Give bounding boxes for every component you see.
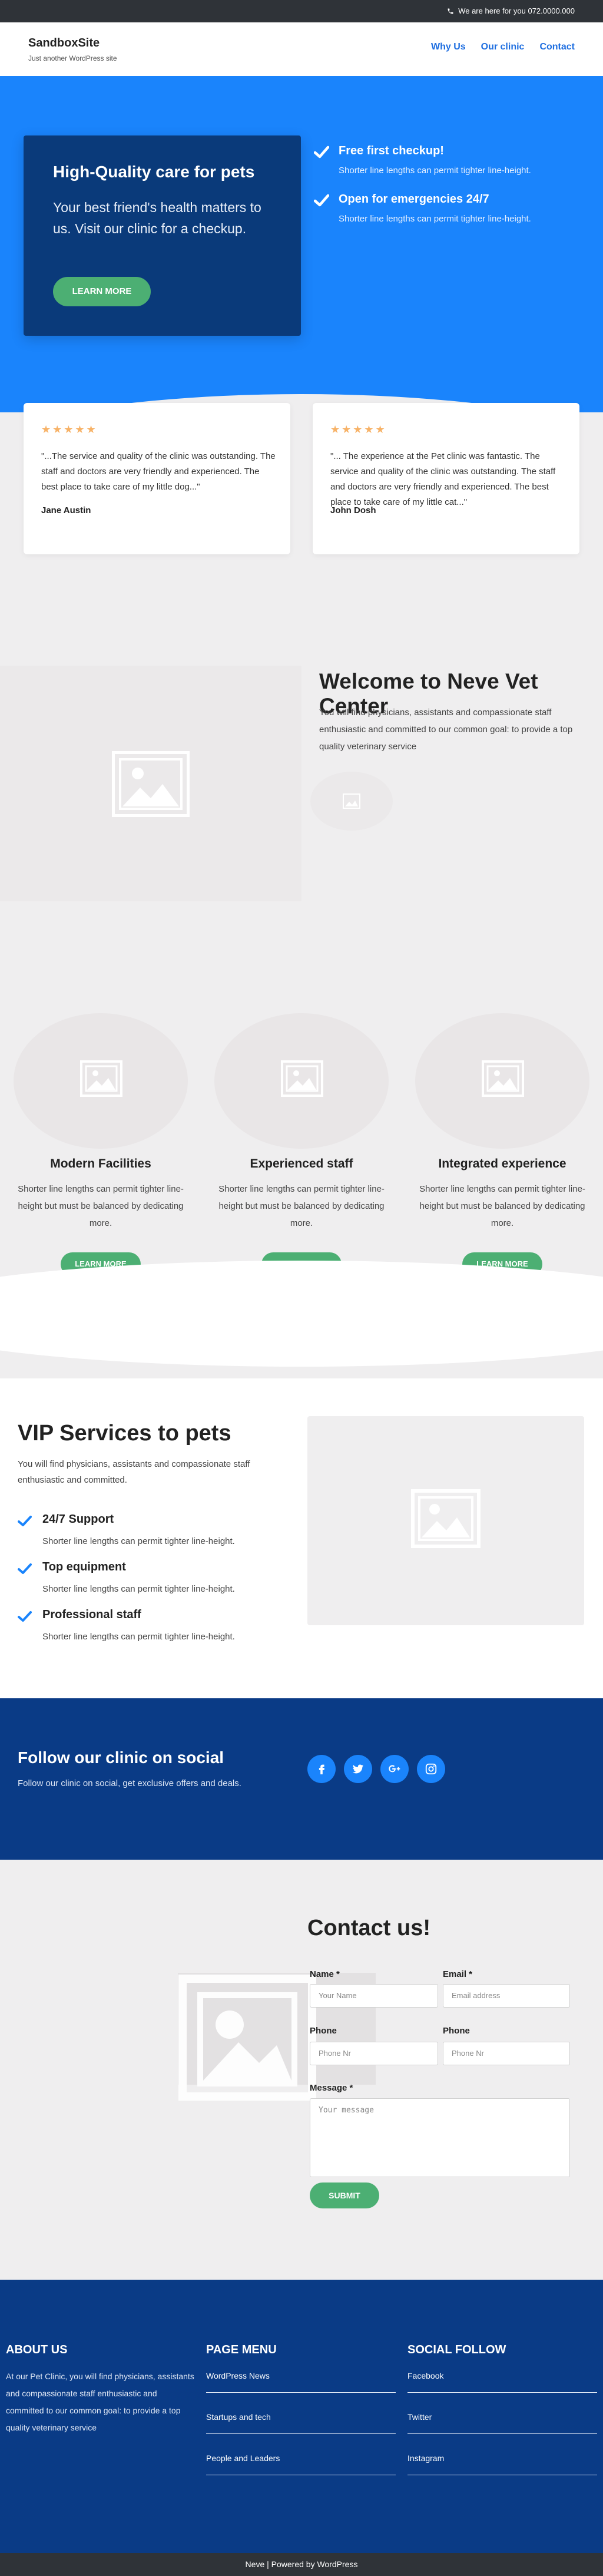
feature-title: Integrated experience bbox=[438, 1157, 566, 1170]
testimonial-quote: "... The experience at the Pet clinic wa… bbox=[330, 451, 556, 507]
submit-button[interactable]: SUBMIT bbox=[310, 2183, 379, 2208]
testimonial-author: John Dosh bbox=[330, 505, 376, 515]
footer-menu-link[interactable]: People and Leaders bbox=[206, 2453, 396, 2475]
feature-text: Shorter line lengths can permit tighter … bbox=[18, 1184, 184, 1228]
feature-title: Modern Facilities bbox=[50, 1157, 151, 1170]
section-curve bbox=[0, 1261, 603, 1367]
vip-image bbox=[307, 1416, 584, 1625]
star-rating: ★★★★★ bbox=[41, 424, 98, 435]
image-placeholder-icon bbox=[281, 1060, 323, 1097]
testimonial-quote: "...The service and quality of the clini… bbox=[41, 451, 276, 492]
feature-image bbox=[214, 1013, 389, 1149]
phone-label: Phone bbox=[310, 2026, 337, 2036]
footer-about-text: At our Pet Clinic, you will find physici… bbox=[6, 2372, 194, 2432]
message-field[interactable]: Your message bbox=[310, 2098, 570, 2177]
name-label: Name * bbox=[310, 1969, 340, 1979]
email-label: Email * bbox=[443, 1969, 473, 1979]
check-icon bbox=[18, 1563, 32, 1574]
phone-field[interactable]: Phone Nr bbox=[443, 2042, 570, 2065]
facebook-icon[interactable] bbox=[307, 1755, 336, 1783]
image-placeholder-icon bbox=[80, 1060, 122, 1097]
email-field[interactable]: Email address bbox=[443, 1984, 570, 2008]
image-placeholder-icon bbox=[411, 1489, 481, 1548]
social-text: Follow our clinic on social, get exclusi… bbox=[18, 1778, 241, 1788]
image-placeholder-icon bbox=[343, 793, 360, 809]
hero-text: Your best friend's health matters to us.… bbox=[53, 200, 261, 236]
welcome-text: You will find physicians, assistants and… bbox=[319, 707, 573, 752]
site-tagline: Just another WordPress site bbox=[28, 54, 117, 62]
vip-item-title: Top equipment bbox=[42, 1560, 126, 1573]
check-icon bbox=[314, 194, 329, 207]
google-plus-icon[interactable] bbox=[380, 1755, 409, 1783]
topbar-phone-text: We are here for you 072.0000.000 bbox=[458, 6, 575, 15]
footer-social-link[interactable]: Instagram bbox=[407, 2453, 597, 2475]
copyright-bar: Neve | Powered by WordPress bbox=[0, 2553, 603, 2576]
vip-item-text: Shorter line lengths can permit tighter … bbox=[42, 1584, 235, 1594]
contact-title: Contact us! bbox=[307, 1916, 430, 1940]
vip-text: You will find physicians, assistants and… bbox=[18, 1459, 250, 1485]
image-placeholder-icon bbox=[112, 751, 190, 817]
vip-item-text: Shorter line lengths can permit tighter … bbox=[42, 1536, 235, 1546]
hero-feature-text: Shorter line lengths can permit tighter … bbox=[339, 166, 531, 176]
feature-image bbox=[415, 1013, 589, 1149]
nav-item-our-clinic[interactable]: Our clinic bbox=[481, 42, 525, 52]
footer-menu-link[interactable]: Startups and tech bbox=[206, 2412, 396, 2434]
hero-title: High-Quality care for pets bbox=[53, 163, 255, 181]
feature-text: Shorter line lengths can permit tighter … bbox=[419, 1184, 585, 1228]
hero-card: High-Quality care for pets Your best fri… bbox=[24, 135, 301, 336]
check-icon bbox=[18, 1611, 32, 1622]
footer-social-link[interactable]: Facebook bbox=[407, 2371, 597, 2393]
twitter-icon[interactable] bbox=[344, 1755, 372, 1783]
hero-feature-text: Shorter line lengths can permit tighter … bbox=[339, 214, 531, 224]
feature-text: Shorter line lengths can permit tighter … bbox=[218, 1184, 385, 1228]
phone-icon bbox=[447, 8, 454, 15]
name-field[interactable]: Your Name bbox=[310, 1984, 438, 2008]
footer-menu-link[interactable]: WordPress News bbox=[206, 2371, 396, 2393]
welcome-image bbox=[0, 666, 302, 901]
main-nav: Why Us Our clinic Contact bbox=[431, 42, 575, 52]
vip-item-title: Professional staff bbox=[42, 1608, 141, 1621]
topbar-contact: We are here for you 072.0000.000 bbox=[447, 6, 575, 15]
instagram-icon[interactable] bbox=[417, 1755, 445, 1783]
hero-learn-more-button[interactable]: LEARN MORE bbox=[53, 277, 151, 306]
nav-item-why-us[interactable]: Why Us bbox=[431, 42, 466, 52]
hero-section: High-Quality care for pets Your best fri… bbox=[0, 76, 603, 412]
footer-social-title: SOCIAL FOLLOW bbox=[407, 2343, 506, 2356]
page: We are here for you 072.0000.000 Sandbox… bbox=[0, 0, 603, 2576]
hero-feature-title: Open for emergencies 24/7 bbox=[339, 193, 489, 206]
nav-item-contact[interactable]: Contact bbox=[539, 42, 575, 52]
social-icons bbox=[307, 1755, 445, 1783]
top-bar: We are here for you 072.0000.000 bbox=[0, 0, 603, 22]
phone-label: Phone bbox=[443, 2026, 470, 2036]
social-section: Follow our clinic on social Follow our c… bbox=[0, 1698, 603, 1860]
vip-title: VIP Services to pets bbox=[18, 1421, 231, 1446]
testimonial-card: ★★★★★ "... The experience at the Pet cli… bbox=[313, 403, 579, 554]
star-rating: ★★★★★ bbox=[330, 424, 387, 435]
contact-section: Contact us! Name * Your Name Email * Ema… bbox=[0, 1860, 603, 2280]
copyright-text: Neve | Powered by WordPress bbox=[245, 2560, 358, 2569]
phone-field[interactable]: Phone Nr bbox=[310, 2042, 438, 2065]
hero-feature-title: Free first checkup! bbox=[339, 144, 444, 157]
feature-image bbox=[14, 1013, 188, 1149]
feature-title: Experienced staff bbox=[250, 1157, 353, 1170]
vip-item-title: 24/7 Support bbox=[42, 1513, 114, 1526]
footer-about-title: ABOUT US bbox=[6, 2343, 68, 2356]
testimonial-card: ★★★★★ "...The service and quality of the… bbox=[24, 403, 290, 554]
message-label: Message * bbox=[310, 2083, 353, 2093]
vip-item-text: Shorter line lengths can permit tighter … bbox=[42, 1632, 235, 1642]
check-icon bbox=[314, 146, 329, 158]
site-header: SandboxSite Just another WordPress site … bbox=[0, 22, 603, 76]
footer-menu-title: PAGE MENU bbox=[206, 2343, 277, 2356]
site-title[interactable]: SandboxSite bbox=[28, 37, 100, 50]
social-title: Follow our clinic on social bbox=[18, 1748, 224, 1767]
welcome-small-image bbox=[310, 772, 393, 831]
testimonial-author: Jane Austin bbox=[41, 505, 91, 515]
image-placeholder-icon bbox=[482, 1060, 524, 1097]
check-icon bbox=[18, 1516, 32, 1526]
site-footer: ABOUT US At our Pet Clinic, you will fin… bbox=[0, 2280, 603, 2553]
footer-social-link[interactable]: Twitter bbox=[407, 2412, 597, 2434]
